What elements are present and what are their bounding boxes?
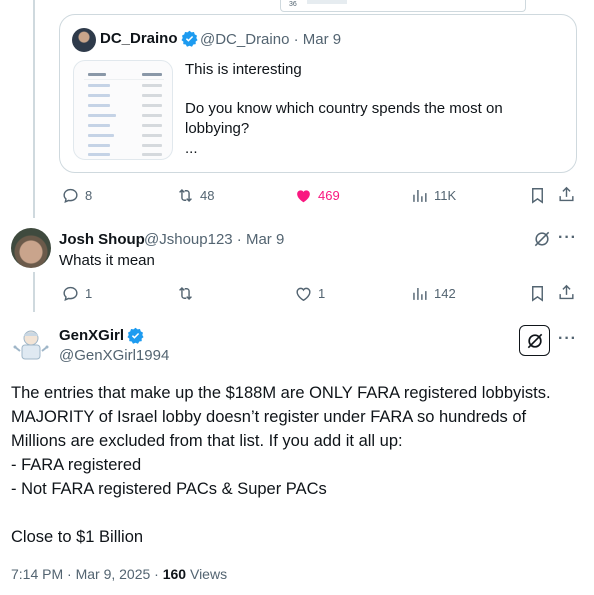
like-button[interactable]: 1 bbox=[294, 284, 325, 303]
like-button[interactable]: 469 bbox=[294, 186, 340, 205]
views-icon bbox=[413, 189, 427, 202]
like-icon bbox=[297, 190, 310, 203]
grok-icon bbox=[534, 231, 550, 247]
previous-image-fragment: 36 bbox=[280, 0, 526, 12]
share-button[interactable] bbox=[557, 283, 576, 307]
views-count: 160 bbox=[162, 566, 187, 582]
row-number: 36 bbox=[289, 1, 297, 8]
author-handle[interactable]: @Jshoup123 bbox=[144, 231, 233, 248]
repost-icon bbox=[179, 286, 192, 301]
reply-text: Whats it mean bbox=[59, 252, 155, 269]
views-button[interactable]: 142 bbox=[410, 284, 456, 303]
share-button[interactable] bbox=[557, 185, 576, 209]
author-name[interactable]: DC_Draino bbox=[100, 30, 198, 47]
tweet-date[interactable]: · Mar 9 bbox=[294, 31, 342, 48]
reply-icon bbox=[63, 286, 78, 302]
views-label: Views bbox=[186, 566, 228, 582]
avatar[interactable] bbox=[72, 28, 96, 52]
author-name[interactable]: Josh Shoup bbox=[59, 231, 145, 248]
reply-button[interactable]: 8 bbox=[61, 186, 92, 205]
like-icon bbox=[296, 287, 311, 302]
share-icon bbox=[559, 284, 574, 300]
avatar[interactable] bbox=[11, 325, 51, 365]
more-icon[interactable]: ··· bbox=[558, 229, 577, 247]
share-icon bbox=[559, 186, 574, 202]
bookmark-icon bbox=[532, 286, 543, 302]
verified-badge-icon bbox=[127, 327, 144, 344]
grok-icon bbox=[527, 333, 542, 348]
grok-button[interactable] bbox=[519, 325, 550, 356]
grok-button[interactable] bbox=[532, 229, 552, 249]
quoted-image-thumbnail[interactable] bbox=[73, 60, 173, 160]
views-button[interactable]: 11K bbox=[410, 186, 456, 205]
verified-badge-icon bbox=[180, 30, 198, 47]
repost-button[interactable] bbox=[176, 284, 195, 303]
repost-icon bbox=[179, 188, 192, 203]
avatar[interactable] bbox=[11, 228, 51, 268]
tweet-date[interactable]: · Mar 9 bbox=[237, 231, 285, 248]
thread-line bbox=[33, 272, 35, 312]
tweet-timestamp[interactable]: 7:14 PM · Mar 9, 2025 · bbox=[11, 566, 163, 582]
author-handle[interactable]: @GenXGirl1994 bbox=[59, 347, 169, 364]
bookmark-icon bbox=[532, 188, 543, 204]
bookmark-button[interactable] bbox=[528, 186, 547, 210]
bookmark-button[interactable] bbox=[528, 284, 547, 308]
repost-button[interactable]: 48 bbox=[176, 186, 214, 205]
views-icon bbox=[413, 287, 427, 300]
reply-button[interactable]: 1 bbox=[61, 284, 92, 303]
author-name[interactable]: GenXGirl bbox=[59, 327, 144, 344]
tweet-text: The entries that make up the $188M are O… bbox=[11, 384, 551, 546]
tweet-metadata: 7:14 PM · Mar 9, 2025 · 160 Views bbox=[11, 566, 227, 582]
author-handle[interactable]: @DC_Draino bbox=[200, 31, 289, 48]
quoted-tweet-text: This is interesting Do you know which co… bbox=[185, 61, 503, 157]
more-icon[interactable]: ··· bbox=[558, 330, 577, 348]
thread-line bbox=[33, 0, 35, 218]
reply-icon bbox=[63, 188, 78, 204]
